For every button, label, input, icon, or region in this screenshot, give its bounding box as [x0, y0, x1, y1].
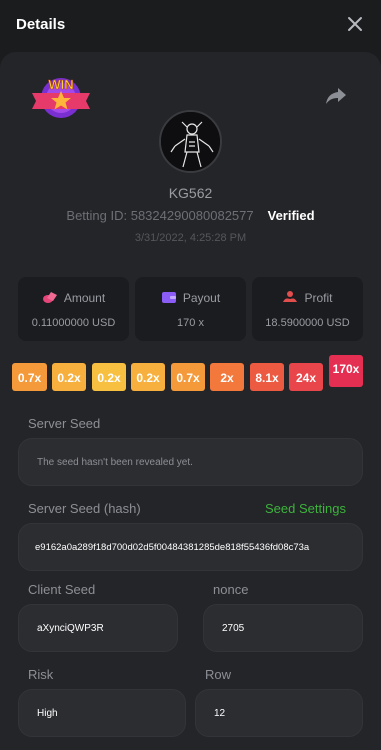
- multiplier-strip: 0.7x 0.2x 0.2x 0.2x 0.7x 2x 8.1x 24x 170…: [0, 355, 381, 395]
- win-badge-icon: WIN: [32, 77, 90, 118]
- multiplier-bucket-selected: 170x: [329, 355, 363, 387]
- stat-value: 170 x: [177, 317, 204, 329]
- row-field[interactable]: 12: [195, 689, 363, 737]
- multiplier-bucket: 0.2x: [92, 363, 126, 391]
- username: KG562: [168, 185, 213, 201]
- svg-text:WIN: WIN: [48, 77, 73, 92]
- header: Details: [0, 0, 381, 52]
- server-seed-hash-label: Server Seed (hash): [28, 501, 141, 516]
- nonce-field[interactable]: 2705: [203, 604, 363, 652]
- stat-label: Amount: [63, 291, 106, 305]
- multiplier-bucket: 0.7x: [12, 363, 47, 391]
- betting-id: Betting ID: 58324290080082577: [66, 208, 254, 223]
- server-seed-hash-field[interactable]: e9162a0a289f18d700d02d5f00484381285de818…: [18, 523, 363, 571]
- server-seed-label: Server Seed: [28, 416, 101, 431]
- page-title: Details: [16, 16, 66, 33]
- stat-profit: Profit 18.5900000 USD: [252, 277, 363, 341]
- risk-label: Risk: [28, 667, 54, 682]
- multiplier-bucket: 0.7x: [171, 363, 205, 391]
- betting-id-row: Betting ID: 58324290080082577 Verified: [0, 208, 381, 223]
- stat-value: 18.5900000 USD: [265, 317, 350, 329]
- stat-payout: Payout 170 x: [135, 277, 246, 341]
- share-icon[interactable]: [325, 86, 347, 106]
- wallet-icon: [161, 292, 176, 303]
- stat-amount: Amount 0.11000000 USD: [18, 277, 129, 341]
- close-icon[interactable]: [347, 16, 363, 32]
- verified-badge: Verified: [267, 208, 315, 223]
- seed-settings-link[interactable]: Seed Settings: [265, 501, 346, 516]
- multiplier-bucket: 0.2x: [131, 363, 165, 391]
- client-seed-label: Client Seed: [28, 582, 96, 597]
- client-seed-field[interactable]: aXynciQWP3R: [18, 604, 178, 652]
- row-label: Row: [205, 667, 232, 682]
- stat-label: Payout: [182, 291, 221, 305]
- server-seed-field[interactable]: The seed hasn't been revealed yet.: [18, 438, 363, 486]
- multiplier-bucket: 8.1x: [250, 363, 284, 391]
- profit-icon: [283, 291, 298, 302]
- multiplier-bucket: 0.2x: [52, 363, 86, 391]
- multiplier-bucket: 24x: [289, 363, 323, 391]
- bet-date: 3/31/2022, 4:25:28 PM: [134, 232, 247, 244]
- coins-icon: [42, 292, 57, 303]
- avatar: [159, 110, 222, 173]
- stat-label: Profit: [304, 291, 333, 305]
- multiplier-bucket: 2x: [210, 363, 244, 391]
- nonce-label: nonce: [213, 582, 249, 597]
- stat-value: 0.11000000 USD: [31, 317, 116, 329]
- risk-field[interactable]: High: [18, 689, 186, 737]
